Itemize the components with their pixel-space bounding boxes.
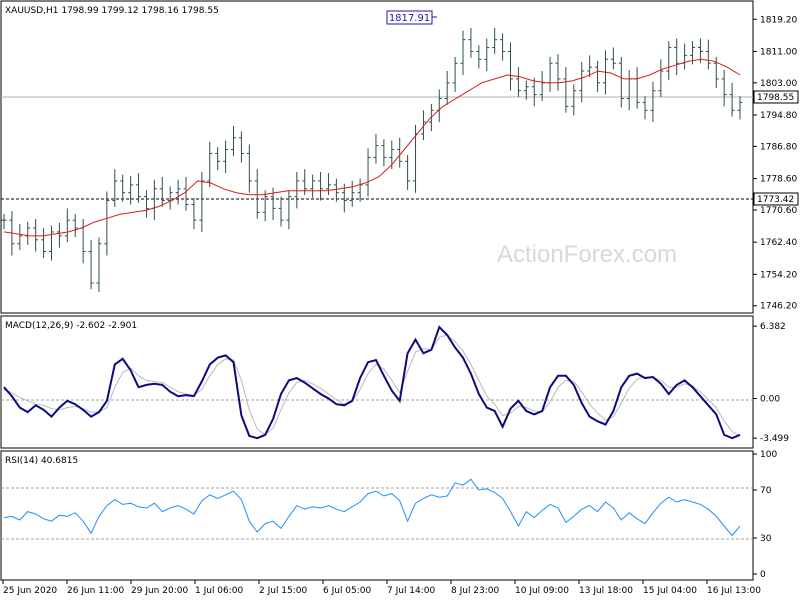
chart-background xyxy=(0,0,800,600)
price-y-tick-label: 1770.60 xyxy=(760,206,797,216)
x-tick-label: 2 Jul 15:00 xyxy=(259,586,308,596)
price-panel-title: XAUUSD,H1 1798.99 1799.12 1798.16 1798.5… xyxy=(5,6,219,16)
x-tick-label: 1 Jul 06:00 xyxy=(195,586,244,596)
x-tick-label: 29 Jun 20:00 xyxy=(131,586,188,596)
x-tick-label: 13 Jul 18:00 xyxy=(579,586,633,596)
price-y-tick-label: 1754.20 xyxy=(760,270,797,280)
macd-y-tick-label: -3.499 xyxy=(760,434,789,444)
chart-root: ActionForex.com 1817.91 XAUUSD,H1 1798.9… xyxy=(0,0,800,600)
price-y-tick-label: 1778.60 xyxy=(760,175,797,185)
price-y-tick-label: 1746.20 xyxy=(760,302,797,312)
price-y-tick-label: 1762.40 xyxy=(760,238,797,248)
rsi-y-tick-label: 0 xyxy=(760,570,766,580)
price-tag: 1798.55 xyxy=(757,93,794,103)
x-tick-label: 8 Jul 23:00 xyxy=(451,586,500,596)
macd-y-tick-label: 0.00 xyxy=(760,394,780,404)
macd-panel-title: MACD(12,26,9) -2.602 -2.901 xyxy=(5,321,137,331)
support-tag: 1773.42 xyxy=(757,195,794,205)
x-tick-label: 10 Jul 09:00 xyxy=(515,586,569,596)
x-tick-label: 6 Jul 05:00 xyxy=(323,586,372,596)
price-y-tick-label: 1811.00 xyxy=(760,47,797,57)
macd-y-tick-label: 6.382 xyxy=(760,322,786,332)
rsi-panel-title: RSI(14) 40.6815 xyxy=(5,456,78,466)
price-y-tick-label: 1786.80 xyxy=(760,142,797,152)
price-y-tick-label: 1803.00 xyxy=(760,79,797,89)
rsi-y-tick-label: 100 xyxy=(760,450,777,460)
price-y-tick-label: 1794.80 xyxy=(760,111,797,121)
watermark: ActionForex.com xyxy=(497,241,677,268)
rsi-y-tick-label: 70 xyxy=(760,486,772,496)
x-tick-label: 7 Jul 14:00 xyxy=(387,586,436,596)
x-tick-label: 25 Jun 2020 xyxy=(3,586,57,596)
x-tick-label: 15 Jul 04:00 xyxy=(643,586,697,596)
high-annotation: 1817.91 xyxy=(389,13,430,24)
rsi-y-tick-label: 30 xyxy=(760,534,772,544)
x-tick-label: 16 Jul 13:00 xyxy=(707,586,761,596)
price-y-tick-label: 1819.20 xyxy=(760,15,797,25)
x-tick-label: 26 Jun 11:00 xyxy=(67,586,124,596)
